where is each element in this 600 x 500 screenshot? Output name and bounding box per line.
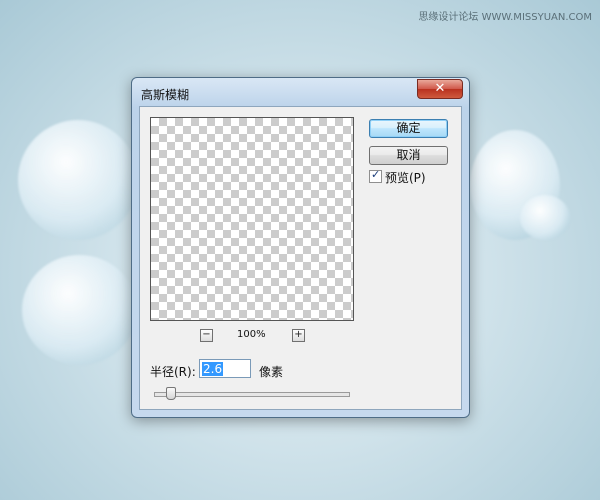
radius-slider-thumb[interactable] (166, 387, 176, 400)
radius-input[interactable]: 2.6 (199, 359, 251, 378)
unit-label: 像素 (259, 365, 284, 379)
zoom-level: 100% (237, 329, 266, 340)
dialog-title: 高斯模糊 (141, 88, 190, 102)
gaussian-blur-dialog: 高斯模糊 ✕ − 100% + 确定 取消 ✓ 预览(P) 半径(R): 2.6 … (131, 77, 470, 418)
zoom-out-button[interactable]: − (200, 329, 213, 342)
radius-label: 半径(R): (150, 365, 196, 379)
preview-checkbox[interactable]: ✓ (369, 168, 382, 183)
preview-canvas[interactable] (150, 117, 354, 321)
close-x-icon: ✕ (434, 81, 446, 96)
snow-letter-blob (520, 195, 570, 240)
preview-checkbox-row[interactable]: ✓ 预览(P) (369, 168, 426, 186)
close-button[interactable]: ✕ (417, 79, 463, 99)
cancel-button[interactable]: 取消 (369, 146, 448, 165)
radius-value: 2.6 (202, 362, 224, 376)
zoom-in-button[interactable]: + (292, 329, 305, 342)
ok-button[interactable]: 确定 (369, 119, 448, 138)
checkmark-icon: ✓ (371, 168, 381, 181)
title-bar[interactable]: 高斯模糊 ✕ (132, 78, 469, 106)
snow-letter-blob (22, 255, 137, 365)
dialog-body: − 100% + 确定 取消 ✓ 预览(P) 半径(R): 2.6 像素 (139, 106, 462, 410)
preview-checkbox-label: 预览(P) (385, 171, 426, 185)
snow-letter-blob (18, 120, 138, 240)
watermark: 思缘设计论坛 WWW.MISSYUAN.COM (418, 12, 592, 23)
radius-slider-track[interactable] (154, 392, 350, 397)
